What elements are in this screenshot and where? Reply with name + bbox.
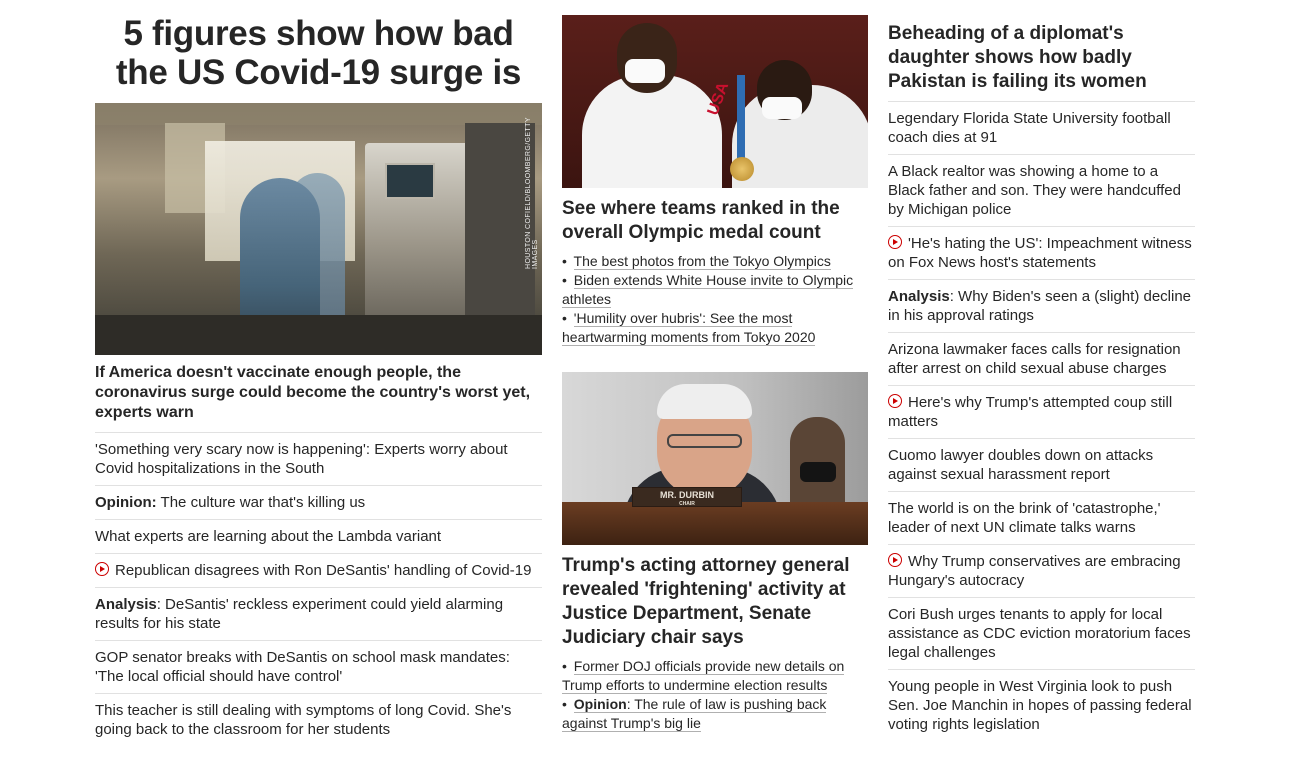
related-link-item[interactable]: • Opinion: The rule of law is pushing ba… <box>562 695 868 733</box>
hero-caption-link[interactable]: If America doesn't vaccinate enough peop… <box>95 363 542 423</box>
image-glasses <box>667 434 742 448</box>
headline-link[interactable]: Here's why Trump's attempted coup still … <box>888 394 1172 430</box>
bullet: • <box>562 310 567 326</box>
image-monitor <box>385 163 435 199</box>
related-link-item[interactable]: • 'Humility over hubris': See the most h… <box>562 309 868 347</box>
list-item[interactable]: This teacher is still dealing with sympt… <box>95 693 542 746</box>
opinion-label: Opinion <box>573 696 627 712</box>
headline-link[interactable]: The culture war that's killing us <box>157 494 366 511</box>
play-circle-icon <box>888 235 902 249</box>
list-item[interactable]: Here's why Trump's attempted coup still … <box>888 385 1195 438</box>
play-circle-icon <box>95 562 109 576</box>
list-item[interactable]: Opinion: The culture war that's killing … <box>95 485 542 519</box>
headline-link[interactable]: A Black realtor was showing a home to a … <box>888 163 1181 218</box>
list-item[interactable]: Arizona lawmaker faces calls for resigna… <box>888 332 1195 385</box>
related-link-item[interactable]: • Former DOJ officials provide new detai… <box>562 657 868 695</box>
doj-story-title[interactable]: Trump's acting attorney general revealed… <box>562 554 868 650</box>
related-link-item[interactable]: • Biden extends White House invite to Ol… <box>562 271 868 309</box>
list-item[interactable]: Young people in West Virginia look to pu… <box>888 669 1195 741</box>
headline-link[interactable]: Legendary Florida State University footb… <box>888 110 1171 146</box>
covid-headline-list: 'Something very scary now is happening':… <box>95 432 542 746</box>
list-item[interactable]: Why Trump conservatives are embracing Hu… <box>888 544 1195 597</box>
olympic-related-links: • The best photos from the Tokyo Olympic… <box>562 252 868 347</box>
related-link[interactable]: 'Humility over hubris': See the most hea… <box>562 310 816 346</box>
main-headline[interactable]: 5 figures show how bad the US Covid-19 s… <box>95 14 542 92</box>
image-floor <box>95 315 542 355</box>
list-item[interactable]: A Black realtor was showing a home to a … <box>888 154 1195 226</box>
headline-link[interactable]: Why Trump conservatives are embracing Hu… <box>888 553 1181 589</box>
pakistan-headline[interactable]: Beheading of a diplomat's daughter shows… <box>888 22 1195 94</box>
headline-link[interactable]: Cuomo lawyer doubles down on attacks aga… <box>888 447 1153 483</box>
right-section: Beheading of a diplomat's daughter shows… <box>888 22 1195 741</box>
opinion-label: Opinion: <box>95 494 157 511</box>
right-headline-list: Legendary Florida State University footb… <box>888 101 1195 741</box>
gold-medal-icon <box>730 157 754 181</box>
headline-link[interactable]: 'Something very scary now is happening':… <box>95 441 508 477</box>
headline-link[interactable]: The world is on the brink of 'catastroph… <box>888 500 1161 536</box>
nameplate-text: MR. DURBIN <box>660 490 714 500</box>
image-medal-ribbon <box>737 75 745 160</box>
image-face-mask-1 <box>625 59 665 83</box>
nameplate-subtext: CHAIR <box>679 501 695 507</box>
senate-hearing-image[interactable]: MR. DURBIN CHAIR <box>562 372 868 545</box>
headline-link[interactable]: : DeSantis' reckless experiment could yi… <box>95 596 503 632</box>
photo-credit: HOUSTON COFIELD/BLOOMBERG/GETTY IMAGES <box>525 117 539 269</box>
list-item[interactable]: Republican disagrees with Ron DeSantis' … <box>95 553 542 587</box>
list-item[interactable]: Legendary Florida State University footb… <box>888 101 1195 154</box>
play-circle-icon <box>888 553 902 567</box>
analysis-label: Analysis <box>888 288 950 305</box>
bullet: • <box>562 272 567 288</box>
list-item[interactable]: Cuomo lawyer doubles down on attacks aga… <box>888 438 1195 491</box>
bullet: • <box>562 696 567 712</box>
image-nameplate: MR. DURBIN CHAIR <box>632 487 742 507</box>
headline-link[interactable]: 'He's hating the US': Impeachment witnes… <box>888 235 1192 271</box>
related-link[interactable]: Biden extends White House invite to Olym… <box>562 272 854 308</box>
image-senator-hair <box>657 384 752 419</box>
image-face-mask-2 <box>762 97 802 119</box>
headline-link[interactable]: Young people in West Virginia look to pu… <box>888 678 1192 733</box>
olympic-medal-image[interactable]: USA <box>562 15 868 188</box>
image-usa-text: USA <box>704 80 733 118</box>
olympic-story-title[interactable]: See where teams ranked in the overall Ol… <box>562 197 868 245</box>
list-item[interactable]: Analysis: Why Biden's seen a (slight) de… <box>888 279 1195 332</box>
bullet: • <box>562 658 567 674</box>
center-section: USA See where teams ranked in the overal… <box>562 15 868 733</box>
headline-link[interactable]: GOP senator breaks with DeSantis on scho… <box>95 649 510 685</box>
covid-section: 5 figures show how bad the US Covid-19 s… <box>95 14 542 746</box>
list-item[interactable]: 'He's hating the US': Impeachment witnes… <box>888 226 1195 279</box>
list-item[interactable]: Analysis: DeSantis' reckless experiment … <box>95 587 542 640</box>
image-ceiling <box>95 103 542 125</box>
related-link-item[interactable]: • The best photos from the Tokyo Olympic… <box>562 252 868 271</box>
analysis-label: Analysis <box>95 596 157 613</box>
doj-related-links: • Former DOJ officials provide new detai… <box>562 657 868 733</box>
list-item[interactable]: What experts are learning about the Lamb… <box>95 519 542 553</box>
list-item[interactable]: GOP senator breaks with DeSantis on scho… <box>95 640 542 693</box>
image-staffer-mask <box>800 462 836 482</box>
related-link[interactable]: The best photos from the Tokyo Olympics <box>573 253 831 270</box>
related-link[interactable]: Opinion: The rule of law is pushing back… <box>562 696 827 732</box>
hospital-hero-image[interactable]: HOUSTON COFIELD/BLOOMBERG/GETTY IMAGES <box>95 103 542 355</box>
play-circle-icon <box>888 394 902 408</box>
headline-link[interactable]: Republican disagrees with Ron DeSantis' … <box>115 562 531 579</box>
related-link[interactable]: Former DOJ officials provide new details… <box>562 658 845 694</box>
list-item[interactable]: Cori Bush urges tenants to apply for loc… <box>888 597 1195 669</box>
headline-link[interactable]: Cori Bush urges tenants to apply for loc… <box>888 606 1191 661</box>
list-item[interactable]: The world is on the brink of 'catastroph… <box>888 491 1195 544</box>
bullet: • <box>562 253 567 269</box>
headline-link[interactable]: What experts are learning about the Lamb… <box>95 528 441 545</box>
headline-link[interactable]: This teacher is still dealing with sympt… <box>95 702 511 738</box>
list-item[interactable]: 'Something very scary now is happening':… <box>95 432 542 485</box>
headline-link[interactable]: Arizona lawmaker faces calls for resigna… <box>888 341 1181 377</box>
image-desk <box>562 502 868 545</box>
